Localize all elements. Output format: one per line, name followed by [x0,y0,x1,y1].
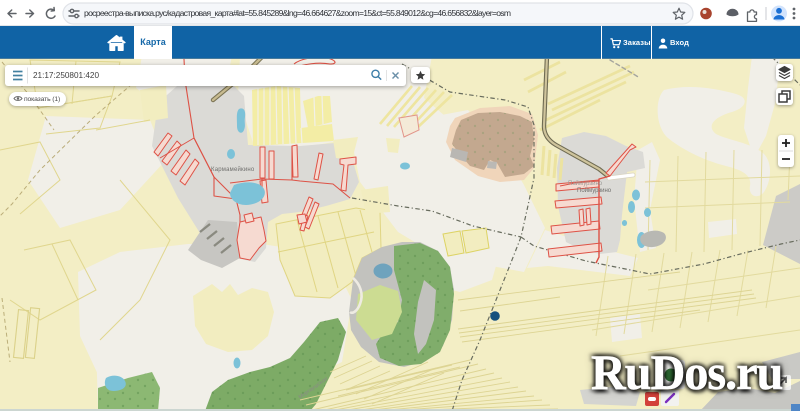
svg-text:Паймурзино: Паймурзино [568,180,603,187]
svg-text:Поймурзино: Поймурзино [577,187,612,194]
svg-text:Кармамейкино: Кармамейкино [211,166,255,173]
